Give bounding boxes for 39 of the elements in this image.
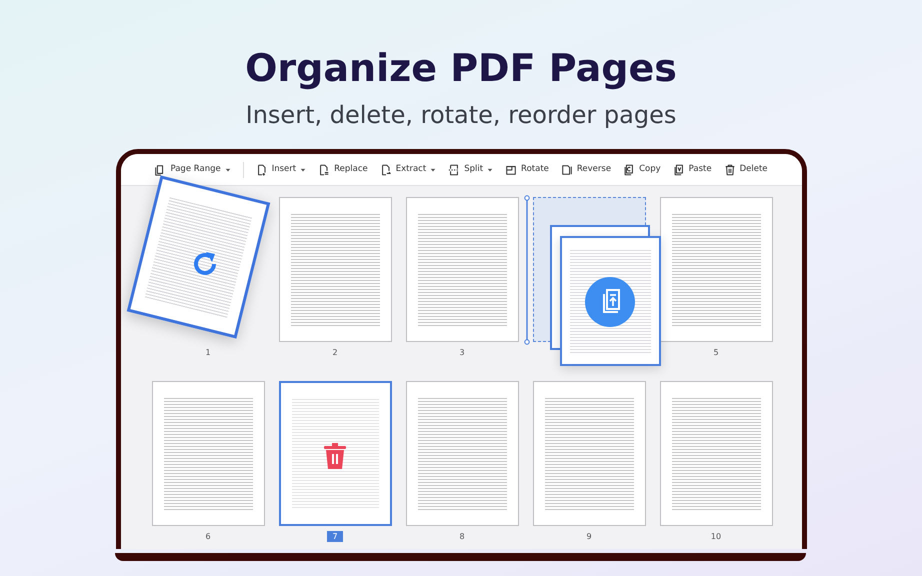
page-thumbnail[interactable]	[278, 197, 392, 342]
move-pages-icon	[584, 277, 634, 327]
paste-icon	[672, 164, 685, 176]
split-page-icon	[448, 164, 460, 176]
page-thumbnail[interactable]	[278, 381, 392, 526]
page-number: 5	[712, 347, 720, 358]
toolbar-button[interactable]: Paste	[668, 161, 716, 178]
page-arrow-icon	[380, 164, 392, 176]
trash-icon	[724, 164, 736, 176]
page-number: 2	[331, 347, 339, 358]
page-plus-icon	[256, 164, 268, 176]
toolbar-button[interactable]: Rotate	[501, 161, 553, 178]
page-corner-icon	[505, 164, 518, 176]
page-thumbnail[interactable]	[406, 381, 518, 526]
toolbar-button[interactable]: Copy	[619, 161, 665, 178]
copy-icon	[623, 164, 636, 176]
subheadline: Insert, delete, rotate, reorder pages	[244, 100, 678, 130]
page-thumbnail[interactable]	[660, 197, 772, 342]
page-number: 8	[458, 531, 466, 542]
toolbar-button[interactable]: Reverse	[556, 161, 616, 178]
page-thumbnail[interactable]	[532, 381, 646, 526]
page-number: 6	[204, 531, 212, 542]
dropdown-button[interactable]: Extract	[376, 161, 440, 178]
dropdown-button[interactable]: Insert	[252, 161, 310, 178]
page-number: 10	[710, 531, 722, 542]
page-bar-icon	[560, 164, 573, 176]
page-number: 1	[204, 347, 212, 358]
headline: Organize PDF Pages	[244, 45, 678, 92]
toolbar-button[interactable]: Delete	[720, 161, 772, 178]
page-thumbnail[interactable]	[152, 381, 264, 526]
trash-icon[interactable]	[322, 443, 346, 469]
page-thumbnail[interactable]	[660, 381, 772, 526]
dropdown-button[interactable]: Split	[444, 161, 498, 178]
page-number: 9	[585, 531, 593, 542]
page-thumbnail[interactable]	[406, 197, 518, 342]
dropdown-button[interactable]: Page Range	[150, 161, 235, 178]
toolbar-button[interactable]: Replace	[314, 161, 372, 178]
page-number: 3	[458, 347, 466, 358]
page-number: 7	[327, 531, 343, 542]
